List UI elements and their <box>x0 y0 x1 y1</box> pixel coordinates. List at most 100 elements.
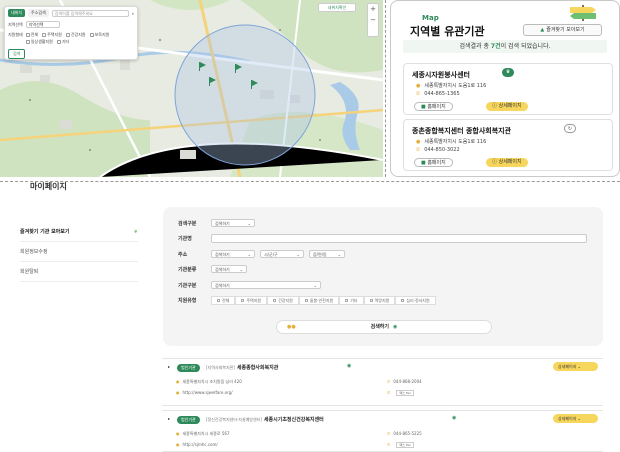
org-address: ● 세종특별자치시 조치원읍 남리 420 <box>176 379 242 384</box>
badge-icon: ◉ <box>452 415 457 421</box>
org-name: 세종종합사회복지관 <box>236 365 279 371</box>
detail-page-button[interactable]: ⓘ 상세페이지 <box>486 102 528 111</box>
zoom-control: + − <box>367 3 379 37</box>
org-type-select[interactable]: 검색하기 ⌄ <box>211 265 247 273</box>
sidebar-item-favorites[interactable]: 즐겨찾기 기관 모아보기 ❦ <box>20 222 138 242</box>
search-type-row: 검색구분 검색하기 ⌄ <box>178 219 255 227</box>
result-count: 7건 <box>490 43 501 50</box>
support-checkbox[interactable]: 돌봄·안전지원 <box>298 296 340 305</box>
org-category: [지역사회복지관] 세종종합사회복지관 <box>206 365 279 371</box>
search-icon: ◉ <box>393 324 398 330</box>
my-location-button[interactable]: 내위치확인 <box>318 3 356 12</box>
support-checkbox[interactable]: 기타 <box>339 296 364 305</box>
region-select[interactable]: 지역선택 <box>25 21 60 28</box>
org-card[interactable]: 종촌종합복지센터 종합사회복지관 ↻ ● 세종특별자치시 도움1로 116 ✆ 04… <box>403 119 613 171</box>
homepage-button[interactable]: ■ 홈페이지 <box>414 102 453 111</box>
star-icon: ▲ <box>540 27 545 33</box>
org-type-row: 기관분류 검색하기 ⌄ <box>178 265 247 273</box>
category-checkbox[interactable]: 보육지원 <box>89 32 109 38</box>
org-phone: ✆ 044-865-5225 <box>387 431 422 436</box>
support-checkbox[interactable]: 전체 <box>211 296 236 305</box>
org-address: ● 세종특별자치시 도움1로 116 <box>416 139 487 145</box>
org-url[interactable]: ● http://sjmhc.com/ <box>176 442 218 447</box>
org-tag: 법인기관 <box>177 364 200 372</box>
mypage-sidebar: 즐겨찾기 기관 모아보기 ❦ 회원정보수정 회원탈퇴 <box>20 222 138 282</box>
search-submit-button[interactable]: ●● 검색하기 ◉ <box>276 320 492 334</box>
org-name: 종촌종합복지센터 종합사회복지관 <box>412 127 512 135</box>
region-org-panel: Map 지역별 유관기관 ▲ 즐겨찾기 모아보기 검색결과 총 7건이 검색 되었… <box>390 0 620 177</box>
town-select[interactable]: 읍/면/동 ⌄ <box>309 250 345 258</box>
result-row[interactable]: ▸ 법인기관 [정신건강복지센터·자살예방센터] 세종시기초정신건강복지센터 ◉ … <box>162 410 603 452</box>
support-checkbox[interactable]: 심리·정서지원 <box>395 296 436 305</box>
org-name: 세종시자원봉사센터 <box>412 71 470 79</box>
sidebar-item-withdraw[interactable]: 회원탈퇴 <box>20 262 138 282</box>
panel-title: 지역별 유관기관 <box>410 25 485 38</box>
phone-icon: ✆ <box>387 431 391 436</box>
category-checkbox[interactable]: 주택지원 <box>42 32 62 38</box>
map-badge: Map <box>422 14 439 22</box>
org-fax: ✆ 팩스 Fax <box>387 390 414 396</box>
phone-icon: ✆ <box>416 91 421 97</box>
search-form: 검색구분 검색하기 ⌄ 기관명 주소 검색하기 ⌄ 시/군/구 ⌄ 읍/면/동 ⌄ 기관… <box>163 207 603 346</box>
phone-icon: ✆ <box>387 379 391 384</box>
support-type-row: 지원유형 전체 주택지원 건강지원 돌봄·안전지원 기타 역량지원 심리·정서지… <box>178 296 436 305</box>
composite-screenshot: 내위치 주소검색 검색어를 입력해주세요 ⌕ 지역선택 지역선택 지원형태 전체… <box>0 0 620 452</box>
org-phone: ✆ 044-868-2004 <box>387 379 422 384</box>
search-icon[interactable]: ⌕ <box>132 11 134 16</box>
share-icon[interactable]: ↻ <box>564 124 576 133</box>
fax-icon: ✆ <box>387 442 391 447</box>
org-card[interactable]: 세종시자원봉사센터 ♛ ● 세종특별자치시 도움1로 116 ✆ 044-865-1… <box>403 63 613 115</box>
link-icon: ● <box>176 442 180 447</box>
org-name-row: 기관명 <box>178 234 587 243</box>
detail-page-button[interactable]: 상세페이지 ⌄ <box>553 362 598 371</box>
category-checkbox[interactable]: 기타 <box>56 39 69 45</box>
map-search-button[interactable]: 검색 <box>8 49 26 59</box>
bullet-icon: ▸ <box>168 364 171 369</box>
category-checkbox[interactable]: 일상생활지원 <box>25 39 53 45</box>
result-row[interactable]: ▸ 법인기관 [지역사회복지관] 세종종합사회복지관 ◉ 상세페이지 ⌄ ● 세종특… <box>162 358 603 406</box>
dots-icon: ●● <box>287 324 296 330</box>
category-label: 지원형태 <box>8 32 23 37</box>
org-fax: ✆ 팩스 Fax <box>387 442 414 448</box>
result-summary: 검색결과 총 7건이 검색 되었습니다. <box>403 40 607 53</box>
org-class-select[interactable]: 검색하기 ⌄ <box>211 281 321 289</box>
support-checkbox[interactable]: 건강지원 <box>267 296 299 305</box>
divider <box>0 181 620 182</box>
org-name-input[interactable] <box>211 234 587 243</box>
fax-icon: ✆ <box>387 390 391 395</box>
bullet-icon: ▸ <box>168 416 171 421</box>
location-pin-icon: ● <box>176 431 180 436</box>
category-checkbox[interactable]: 전체 <box>25 32 38 38</box>
support-checkbox[interactable]: 역량지원 <box>363 296 396 305</box>
address-row: 주소 검색하기 ⌄ 시/군/구 ⌄ 읍/면/동 ⌄ <box>178 250 345 258</box>
org-url[interactable]: ● http://www.sjwelfare.org/ <box>176 390 233 395</box>
location-pin-icon: ● <box>416 83 421 89</box>
sidebar-item-edit-profile[interactable]: 회원정보수정 <box>20 242 138 262</box>
search-type-select[interactable]: 검색하기 ⌄ <box>211 219 255 227</box>
signpost-icon <box>570 5 596 21</box>
zoom-in-button[interactable]: + <box>368 4 378 15</box>
map-filter-panel: 내위치 주소검색 검색어를 입력해주세요 ⌕ 지역선택 지역선택 지원형태 전체… <box>4 6 138 60</box>
org-class-row: 기관구분 검색하기 ⌄ <box>178 281 321 289</box>
location-pin-icon: ● <box>416 139 421 145</box>
map-view[interactable]: 내위치 주소검색 검색어를 입력해주세요 ⌕ 지역선택 지역선택 지원형태 전체… <box>0 0 383 177</box>
leaf-icon: ❦ <box>133 228 138 235</box>
org-category: [정신건강복지센터·자살예방센터] 세종시기초정신건강복지센터 <box>206 417 324 423</box>
tab-my-location[interactable]: 내위치 <box>8 9 26 17</box>
homepage-button[interactable]: ■ 홈페이지 <box>414 158 453 167</box>
location-pin-icon: ● <box>176 379 180 384</box>
region-label: 지역선택 <box>8 21 23 27</box>
support-checkbox[interactable]: 주택지원 <box>235 296 268 305</box>
map-search-input[interactable]: 검색어를 입력해주세요 <box>51 9 129 17</box>
tab-address-search[interactable]: 주소검색 <box>28 9 49 17</box>
category-checkbox[interactable]: 건강지원 <box>65 32 86 38</box>
detail-page-button[interactable]: ⓘ 상세페이지 <box>486 158 528 167</box>
district-select[interactable]: 시/군/구 ⌄ <box>260 250 304 258</box>
detail-page-button[interactable]: 상세페이지 ⌄ <box>553 414 598 423</box>
zoom-out-button[interactable]: − <box>368 15 378 26</box>
chevron-down-icon: ⌄ <box>247 221 251 226</box>
favorites-button[interactable]: ▲ 즐겨찾기 모아보기 <box>523 24 602 36</box>
city-select[interactable]: 검색하기 ⌄ <box>211 250 255 258</box>
link-icon: ● <box>176 390 180 395</box>
org-address: ● 세종특별자치시 세종로 567 <box>176 431 230 436</box>
